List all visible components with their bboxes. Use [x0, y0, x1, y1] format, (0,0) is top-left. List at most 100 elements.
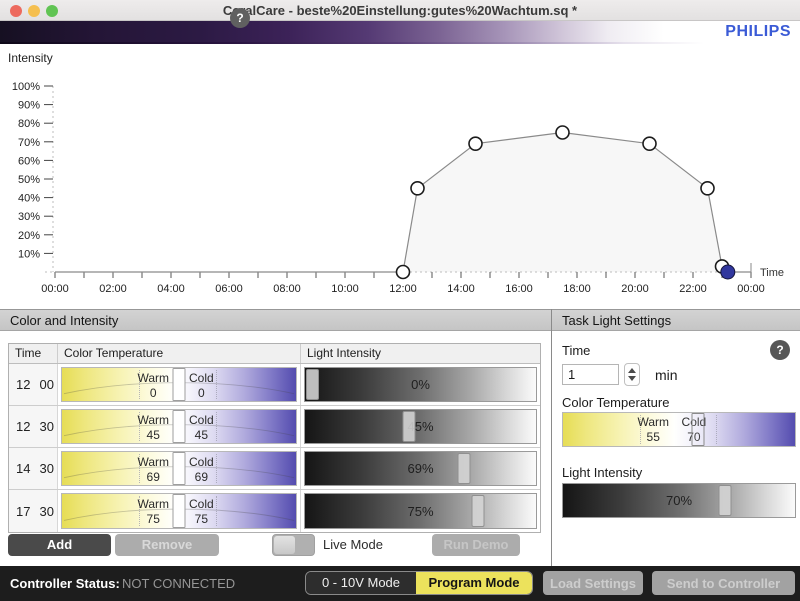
mode-0-10v-button[interactable]: 0 - 10V Mode: [306, 572, 416, 594]
row-light-intensity-cell[interactable]: 45%: [301, 406, 540, 447]
stepper-down-icon[interactable]: [628, 376, 636, 381]
title-bar: CoralCare - beste%20Einstellung:gutes%20…: [0, 0, 800, 21]
mode-segmented-control: 0 - 10V Mode Program Mode: [305, 571, 533, 595]
row-color-temperature-cell[interactable]: Warm 69 Cold 69: [58, 448, 301, 489]
chart-setpoint[interactable]: [556, 126, 569, 139]
slider-gridline: [216, 454, 217, 483]
program-mode-button[interactable]: Program Mode: [416, 572, 532, 594]
y-axis-title: Intensity: [8, 51, 53, 65]
y-tick-label: 80%: [18, 118, 40, 130]
task-light-intensity-label: Light Intensity: [562, 465, 642, 480]
color-temperature-track[interactable]: Warm 69 Cold 69: [61, 451, 297, 486]
cold-readout: Cold 75: [189, 497, 214, 527]
row-time-minute: 00: [39, 377, 53, 392]
column-header-color-temperature: Color Temperature: [58, 344, 301, 363]
light-intensity-track[interactable]: 70%: [562, 483, 796, 518]
y-tick-label: 40%: [18, 193, 40, 205]
cold-label: Cold: [189, 371, 214, 385]
task-color-temperature-slider[interactable]: Warm 55 Cold 70: [562, 412, 796, 447]
color-temperature-handle[interactable]: [173, 452, 186, 485]
app-window: CoralCare - beste%20Einstellung:gutes%20…: [0, 0, 800, 601]
light-intensity-handle[interactable]: [472, 495, 485, 527]
warm-label: Warm: [137, 413, 169, 427]
slider-gridline: [716, 415, 717, 444]
area-fill: [55, 133, 751, 273]
live-mode-toggle[interactable]: [272, 534, 315, 556]
row-time: 14 30: [9, 448, 58, 489]
table-row[interactable]: 14 30 Warm 69 Cold 69: [9, 448, 540, 490]
warm-label: Warm: [137, 497, 169, 511]
warm-readout: Warm 55: [637, 415, 669, 445]
color-temperature-handle[interactable]: [691, 413, 704, 446]
chart-setpoint[interactable]: [643, 137, 656, 150]
light-intensity-value: 0%: [411, 377, 430, 392]
brand-banner: PHILIPS: [0, 21, 800, 44]
light-intensity-track[interactable]: 0%: [304, 367, 537, 402]
chart-setpoint[interactable]: [397, 266, 410, 279]
load-settings-button[interactable]: Load Settings: [543, 571, 643, 595]
table-row[interactable]: 12 30 Warm 45 Cold 45: [9, 406, 540, 448]
color-temperature-handle[interactable]: [173, 410, 186, 443]
cold-value: 69: [189, 470, 214, 485]
light-intensity-handle[interactable]: [306, 369, 319, 400]
table-header-row: Time Color Temperature Light Intensity: [9, 344, 540, 364]
table-body: 12 00 Warm 0 Cold 0: [9, 364, 540, 532]
column-header-light-intensity: Light Intensity: [301, 344, 540, 363]
row-color-temperature-cell[interactable]: Warm 0 Cold 0: [58, 364, 301, 405]
row-time-hour: 17: [16, 504, 30, 519]
task-help-button[interactable]: ?: [770, 340, 790, 360]
table-row[interactable]: 17 30 Warm 75 Cold 75: [9, 490, 540, 532]
x-tick-label: 12:00: [389, 283, 417, 295]
light-intensity-track[interactable]: 69%: [304, 451, 537, 486]
y-tick-label: 70%: [18, 137, 40, 149]
color-temperature-handle[interactable]: [173, 494, 186, 528]
y-tick-label: 50%: [18, 174, 40, 186]
color-temperature-handle[interactable]: [173, 368, 186, 401]
cold-readout: Cold 45: [189, 413, 214, 443]
chart-setpoint[interactable]: [469, 137, 482, 150]
color-temperature-track[interactable]: Warm 0 Cold 0: [61, 367, 297, 402]
send-to-controller-button[interactable]: Send to Controller: [652, 571, 795, 595]
remove-button[interactable]: Remove: [115, 534, 219, 556]
light-intensity-track[interactable]: 45%: [304, 409, 537, 444]
x-tick-label: 18:00: [563, 283, 591, 295]
chart-canvas[interactable]: 00:0002:0004:0006:0008:0010:0012:0014:00…: [0, 44, 800, 308]
y-tick-label: 90%: [18, 100, 40, 112]
x-axis-title: Time: [760, 267, 784, 279]
chart-setpoint[interactable]: [701, 182, 714, 195]
row-light-intensity-cell[interactable]: 0%: [301, 364, 540, 405]
light-intensity-handle[interactable]: [719, 485, 732, 516]
add-button[interactable]: Add: [8, 534, 111, 556]
task-light-settings-panel-title: Task Light Settings: [552, 309, 800, 331]
x-tick-label: 02:00: [99, 283, 127, 295]
warm-label: Warm: [137, 455, 169, 469]
panel-divider: [551, 309, 552, 566]
intensity-chart[interactable]: 00:0002:0004:0006:0008:0010:0012:0014:00…: [0, 44, 800, 308]
x-tick-label: 16:00: [505, 283, 533, 295]
time-stepper[interactable]: [624, 363, 640, 386]
chart-setpoint[interactable]: [411, 182, 424, 195]
row-time-minute: 30: [39, 461, 53, 476]
row-color-temperature-cell[interactable]: Warm 75 Cold 75: [58, 490, 301, 532]
schedule-table: Time Color Temperature Light Intensity 1…: [8, 343, 541, 533]
color-temperature-track[interactable]: Warm 45 Cold 45: [61, 409, 297, 444]
row-light-intensity-cell[interactable]: 69%: [301, 448, 540, 489]
run-demo-button[interactable]: Run Demo: [432, 534, 520, 556]
x-tick-label: 04:00: [157, 283, 185, 295]
task-time-input[interactable]: [562, 364, 619, 385]
row-light-intensity-cell[interactable]: 75%: [301, 490, 540, 532]
light-intensity-track[interactable]: 75%: [304, 493, 537, 529]
x-tick-label: 00:00: [41, 283, 69, 295]
controller-status-value: NOT CONNECTED: [122, 576, 235, 591]
task-light-intensity-slider[interactable]: 70%: [562, 483, 796, 518]
cold-value: 75: [189, 512, 214, 527]
color-temperature-track[interactable]: Warm 75 Cold 75: [61, 493, 297, 529]
color-temperature-track[interactable]: Warm 55 Cold 70: [562, 412, 796, 447]
row-color-temperature-cell[interactable]: Warm 45 Cold 45: [58, 406, 301, 447]
status-help-button[interactable]: ?: [230, 8, 250, 28]
stepper-up-icon[interactable]: [628, 368, 636, 373]
light-intensity-handle[interactable]: [402, 411, 415, 442]
light-intensity-handle[interactable]: [458, 453, 471, 484]
warm-readout: Warm 75: [137, 497, 169, 527]
table-row[interactable]: 12 00 Warm 0 Cold 0: [9, 364, 540, 406]
